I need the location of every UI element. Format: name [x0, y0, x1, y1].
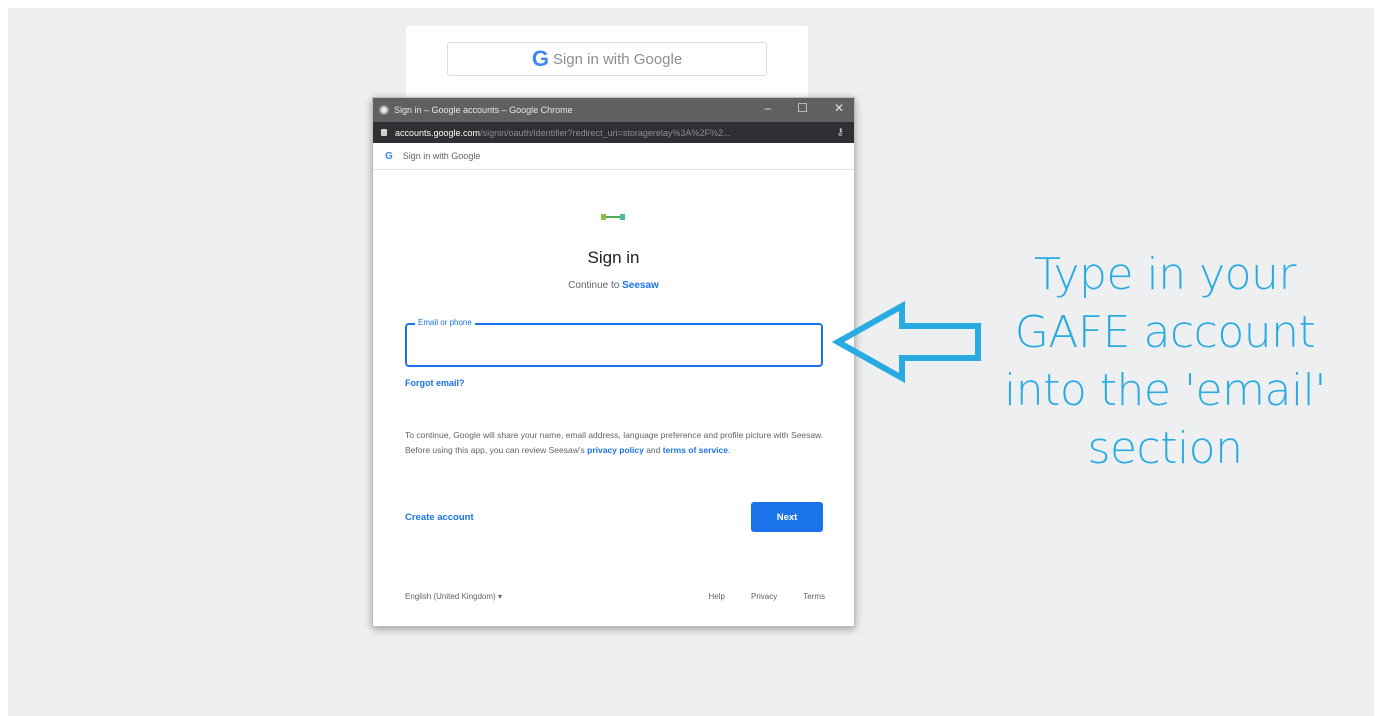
help-link[interactable]: Help: [709, 592, 725, 601]
address-host: accounts.google.com: [395, 127, 481, 138]
terms-link[interactable]: Terms: [803, 592, 825, 601]
subtitle-prefix: Continue to: [568, 280, 620, 291]
seesaw-logo-icon: [601, 214, 625, 220]
create-account-link[interactable]: Create account: [405, 512, 474, 523]
popup-header-label: Sign in with Google: [402, 151, 481, 161]
privacy-policy-link[interactable]: privacy policy: [587, 445, 644, 455]
arrow-pointing-left-icon: [832, 300, 981, 384]
footer-links: Help Privacy Terms: [709, 592, 825, 601]
forgot-email-link[interactable]: Forgot email?: [405, 378, 465, 388]
close-icon[interactable]: ✕: [834, 101, 844, 115]
language-label: English (United Kingdom): [405, 592, 496, 601]
window-title: Sign in – Google accounts – Google Chrom…: [394, 105, 573, 115]
next-button[interactable]: Next: [751, 502, 823, 532]
address-path: /signin/oauth/identifier?redirect_uri=st…: [480, 127, 731, 138]
email-field[interactable]: Email or phone: [405, 318, 823, 367]
consent-notice: To continue, Google will share your name…: [405, 430, 824, 455]
annotation-line: section: [1087, 423, 1243, 474]
privacy-link[interactable]: Privacy: [751, 592, 777, 601]
sign-in-with-google-button[interactable]: G Sign in with Google: [447, 42, 767, 76]
address-bar[interactable]: accounts.google.com /signin/oauth/identi…: [373, 122, 854, 143]
chrome-icon: [379, 105, 389, 115]
google-g-icon: G: [531, 46, 549, 71]
sign-in-with-google-label: Sign in with Google: [552, 50, 683, 68]
signin-subtitle: Continue to Seesaw: [373, 280, 854, 291]
seesaw-link[interactable]: Seesaw: [622, 280, 659, 291]
signin-heading: Sign in: [587, 248, 640, 267]
language-selector[interactable]: English (United Kingdom) ▾: [405, 592, 502, 601]
annotation-callout: Type in your GAFE account into the 'emai…: [990, 246, 1340, 478]
annotation-line: GAFE account: [1014, 307, 1316, 358]
terms-of-service-link[interactable]: terms of service: [663, 445, 728, 455]
google-g-icon: G: [385, 150, 393, 162]
google-signin-popup-window: Sign in – Google accounts – Google Chrom…: [372, 97, 855, 627]
and-text: and: [646, 445, 661, 455]
maximize-icon[interactable]: ☐: [797, 101, 808, 115]
annotation-line: Type in your: [1033, 249, 1297, 300]
window-titlebar: Sign in – Google accounts – Google Chrom…: [373, 98, 854, 122]
email-field-label: Email or phone: [415, 318, 475, 327]
annotation-line: into the 'email': [1004, 365, 1327, 416]
lock-icon: [381, 129, 387, 136]
dropdown-arrow-icon: ▾: [497, 592, 502, 601]
minimize-icon[interactable]: –: [764, 101, 771, 115]
popup-header: G Sign in with Google: [373, 143, 854, 170]
window-controls: – ☐ ✕: [764, 101, 844, 115]
key-icon[interactable]: ⚷: [837, 127, 844, 138]
